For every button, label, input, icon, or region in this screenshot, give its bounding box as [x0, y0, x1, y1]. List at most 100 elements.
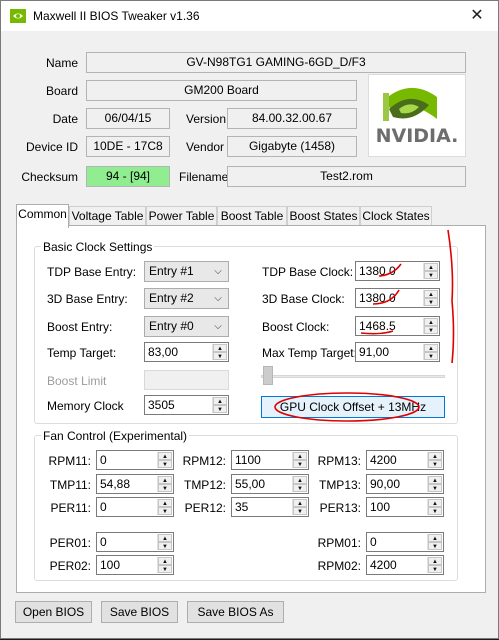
memory-clock-spinner[interactable]: 3505 ▲ ▼ [144, 395, 229, 415]
spin-down-icon[interactable]: ▼ [158, 507, 172, 515]
tab-clock-states[interactable]: Clock States [360, 206, 432, 227]
spin-down-icon[interactable]: ▼ [428, 507, 442, 515]
3d-entry-select[interactable]: Entry #2 ⌵ [144, 288, 229, 309]
3d-clock-label: 3D Base Clock: [262, 292, 345, 306]
spin-down-icon[interactable]: ▼ [424, 352, 438, 360]
max-temp-spinner[interactable]: 91,00 ▲ ▼ [355, 342, 440, 362]
boost-entry-select[interactable]: Entry #0 ⌵ [144, 316, 229, 337]
spin-down-icon[interactable]: ▼ [424, 326, 438, 334]
spin-up-icon[interactable]: ▲ [293, 499, 307, 507]
tdp-entry-select[interactable]: Entry #1 ⌵ [144, 261, 229, 282]
tab-power-table[interactable]: Power Table [146, 206, 217, 227]
per02-value: 100 [100, 558, 121, 572]
tab-common[interactable]: Common [16, 204, 69, 228]
spin-down-icon[interactable]: ▼ [213, 352, 227, 360]
3d-entry-label: 3D Base Entry: [47, 292, 128, 306]
spin-up-icon[interactable]: ▲ [428, 499, 442, 507]
spin-down-icon[interactable]: ▼ [293, 460, 307, 468]
tmp12-spinner[interactable]: 55,00 ▲ ▼ [231, 474, 309, 494]
rpm13-value: 4200 [370, 453, 397, 467]
3d-clock-spinner[interactable]: 1380.0 ▲ ▼ [355, 288, 440, 308]
chevron-down-icon: ⌵ [214, 293, 222, 304]
spin-down-icon[interactable]: ▼ [158, 484, 172, 492]
board-field: GM200 Board [86, 80, 357, 101]
spin-up-icon[interactable]: ▲ [158, 452, 172, 460]
rpm11-spinner[interactable]: 0 ▲ ▼ [96, 450, 174, 470]
spin-up-icon[interactable]: ▲ [424, 344, 438, 352]
slider-track [261, 375, 445, 378]
tab-bar: Common Voltage Table Power Table Boost T… [16, 204, 486, 228]
spin-down-icon[interactable]: ▼ [158, 542, 172, 550]
spin-down-icon[interactable]: ▼ [428, 460, 442, 468]
date-field: 06/04/15 [86, 108, 170, 129]
boost-limit-label: Boost Limit [47, 374, 107, 388]
tmp11-label: TMP11: [49, 478, 91, 492]
spin-down-icon[interactable]: ▼ [428, 565, 442, 573]
spin-up-icon[interactable]: ▲ [424, 290, 438, 298]
spin-up-icon[interactable]: ▲ [213, 397, 227, 405]
tmp13-spinner[interactable]: 90,00 ▲ ▼ [366, 474, 444, 494]
spin-down-icon[interactable]: ▼ [158, 460, 172, 468]
save-bios-as-button[interactable]: Save BIOS As [187, 601, 284, 623]
spin-down-icon[interactable]: ▼ [293, 484, 307, 492]
tab-boost-table[interactable]: Boost Table [217, 206, 287, 227]
slider-thumb[interactable] [263, 366, 273, 385]
rpm12-spinner[interactable]: 1100 ▲ ▼ [231, 450, 309, 470]
per13-spinner[interactable]: 100 ▲ ▼ [366, 497, 444, 517]
rpm01-spinner[interactable]: 0 ▲ ▼ [366, 532, 444, 552]
tmp13-label: TMP13: [318, 478, 361, 492]
spin-up-icon[interactable]: ▲ [424, 318, 438, 326]
close-icon[interactable]: ✕ [462, 4, 492, 28]
per11-spinner[interactable]: 0 ▲ ▼ [96, 497, 174, 517]
open-bios-button[interactable]: Open BIOS [15, 601, 92, 623]
spin-up-icon[interactable]: ▲ [158, 557, 172, 565]
spin-up-icon[interactable]: ▲ [428, 557, 442, 565]
memory-clock-value: 3505 [148, 398, 175, 412]
nvidia-logo: NVIDIA. [368, 74, 466, 157]
tdp-clock-value: 1380.0 [359, 264, 396, 278]
spin-down-icon[interactable]: ▼ [424, 271, 438, 279]
spin-down-icon[interactable]: ▼ [293, 507, 307, 515]
per11-value: 0 [100, 500, 107, 514]
per11-label: PER11: [50, 501, 91, 515]
save-bios-button[interactable]: Save BIOS [101, 601, 178, 623]
temp-target-spinner[interactable]: 83,00 ▲ ▼ [144, 342, 229, 362]
window-title: Maxwell II BIOS Tweaker v1.36 [33, 9, 200, 23]
tab-boost-states[interactable]: Boost States [287, 206, 360, 227]
filename-label: Filename [179, 170, 229, 184]
title-bar: Maxwell II BIOS Tweaker v1.36 ✕ [1, 1, 498, 31]
spin-up-icon[interactable]: ▲ [158, 499, 172, 507]
boost-clock-spinner[interactable]: 1468.5 ▲ ▼ [355, 316, 440, 336]
rpm13-spinner[interactable]: 4200 ▲ ▼ [366, 450, 444, 470]
spin-up-icon[interactable]: ▲ [424, 263, 438, 271]
spin-up-icon[interactable]: ▲ [428, 476, 442, 484]
per12-value: 35 [235, 500, 249, 514]
spin-up-icon[interactable]: ▲ [293, 452, 307, 460]
3d-clock-value: 1380.0 [359, 291, 396, 305]
tmp11-spinner[interactable]: 54,88 ▲ ▼ [96, 474, 174, 494]
spin-up-icon[interactable]: ▲ [428, 534, 442, 542]
boost-limit-slider[interactable] [261, 366, 445, 386]
per02-spinner[interactable]: 100 ▲ ▼ [96, 555, 174, 575]
tdp-clock-spinner[interactable]: 1380.0 ▲ ▼ [355, 261, 440, 281]
spin-down-icon[interactable]: ▼ [428, 542, 442, 550]
spin-down-icon[interactable]: ▼ [158, 565, 172, 573]
spin-down-icon[interactable]: ▼ [424, 298, 438, 306]
rpm02-value: 4200 [370, 558, 397, 572]
spin-down-icon[interactable]: ▼ [428, 484, 442, 492]
spin-up-icon[interactable]: ▲ [213, 344, 227, 352]
tdp-clock-label: TDP Base Clock: [262, 265, 354, 279]
spin-up-icon[interactable]: ▲ [428, 452, 442, 460]
gpu-clock-offset-button[interactable]: GPU Clock Offset + 13MHz [261, 396, 445, 418]
rpm02-spinner[interactable]: 4200 ▲ ▼ [366, 555, 444, 575]
spin-up-icon[interactable]: ▲ [158, 476, 172, 484]
app-icon [10, 9, 26, 23]
boost-clock-value: 1468.5 [359, 319, 396, 333]
boost-entry-label: Boost Entry: [47, 320, 113, 334]
per01-spinner[interactable]: 0 ▲ ▼ [96, 532, 174, 552]
spin-down-icon[interactable]: ▼ [213, 405, 227, 413]
spin-up-icon[interactable]: ▲ [158, 534, 172, 542]
tab-voltage-table[interactable]: Voltage Table [69, 206, 146, 227]
spin-up-icon[interactable]: ▲ [293, 476, 307, 484]
per12-spinner[interactable]: 35 ▲ ▼ [231, 497, 309, 517]
